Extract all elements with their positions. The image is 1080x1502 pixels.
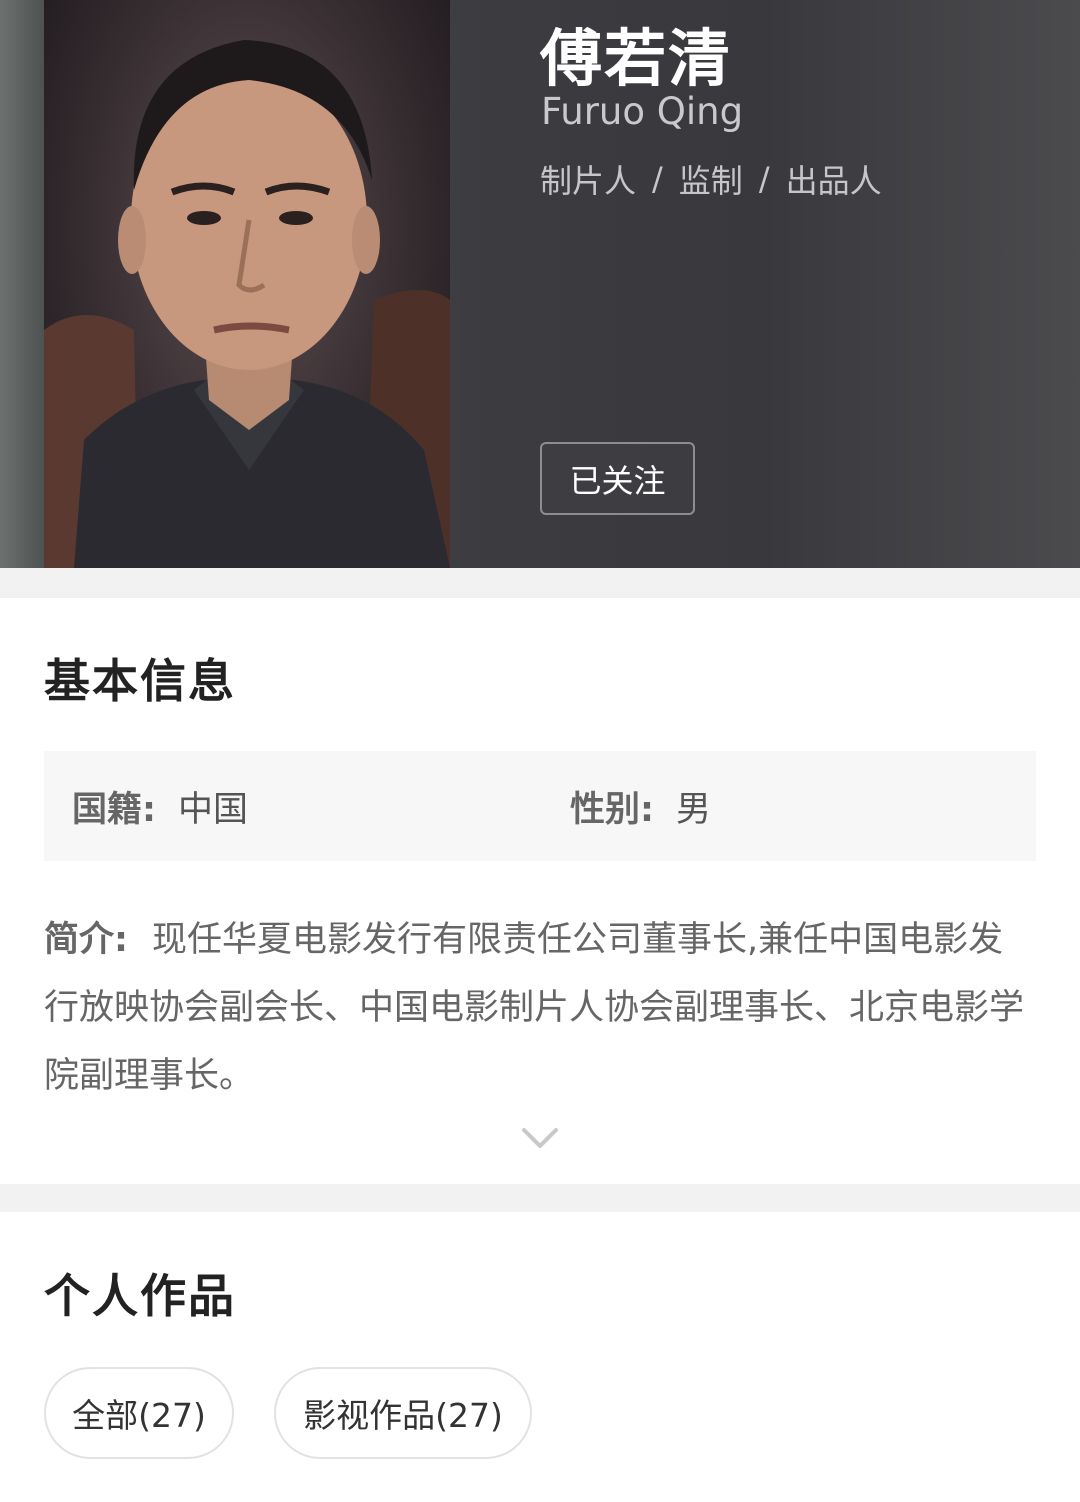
- biography: 简介: 现任华夏电影发行有限责任公司董事长,兼任中国电影发行放映协会副会长、中国电…: [44, 906, 1036, 1110]
- basic-info-title: 基本信息: [44, 654, 236, 708]
- nationality-label: 国籍:: [72, 789, 156, 830]
- gender-field: 性别: 男: [570, 751, 711, 861]
- role-label: 监制: [678, 162, 743, 200]
- gender-label: 性别:: [570, 789, 654, 830]
- gender-value: 男: [676, 789, 712, 830]
- nationality-value: 中国: [178, 789, 249, 830]
- basic-info-box: 国籍: 中国 性别: 男: [44, 751, 1036, 861]
- role-separator: /: [758, 160, 770, 198]
- header-backdrop: [0, 0, 44, 568]
- works-title: 个人作品: [44, 1269, 236, 1323]
- filter-film-tv-button[interactable]: 影视作品(27): [274, 1367, 532, 1459]
- role-label: 制片人: [540, 162, 637, 200]
- chevron-down-icon[interactable]: [520, 1124, 560, 1152]
- section-divider: [0, 1184, 1080, 1212]
- portrait-image: [44, 40, 450, 568]
- person-name-english: Furuo Qing: [541, 90, 744, 133]
- follow-button[interactable]: 已关注: [540, 442, 695, 515]
- person-portrait: [44, 0, 450, 568]
- person-name: 傅若清: [540, 22, 733, 95]
- role-label: 出品人: [785, 162, 882, 200]
- person-roles: 制片人 / 监制 / 出品人: [540, 156, 882, 202]
- filter-all-button[interactable]: 全部(27): [44, 1367, 234, 1459]
- role-separator: /: [652, 160, 663, 198]
- section-divider: [0, 568, 1080, 598]
- biography-text: 现任华夏电影发行有限责任公司董事长,兼任中国电影发行放映协会副会长、中国电影制片…: [44, 920, 1025, 1096]
- person-header: 傅若清 Furuo Qing 制片人 / 监制 / 出品人 已关注: [0, 0, 1080, 568]
- nationality-field: 国籍: 中国: [72, 751, 248, 861]
- biography-label: 简介:: [44, 920, 128, 960]
